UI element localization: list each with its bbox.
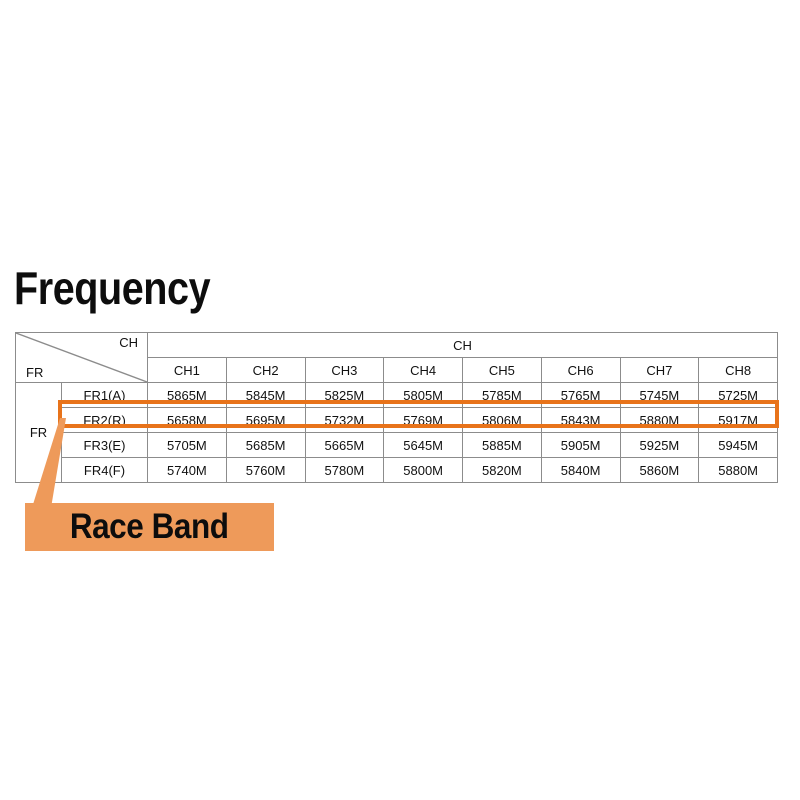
cell-fr3-ch2: 5685M — [225, 432, 306, 458]
row-header-fr2: FR2(R) — [61, 407, 148, 433]
frequency-table: CH FR CH CH1 CH2 CH3 CH4 CH5 CH6 CH7 CH8 — [15, 332, 779, 483]
axis-corner-cell: CH FR — [15, 332, 148, 383]
table-header-row-group: CH FR CH — [15, 332, 779, 383]
cell-fr1-ch2: 5845M — [225, 382, 306, 408]
cell-fr2-ch2: 5695M — [225, 407, 306, 433]
cell-fr3-ch5: 5885M — [462, 432, 542, 458]
column-header-ch5: CH5 — [462, 357, 542, 383]
race-band-label: Race Band — [70, 507, 229, 546]
row-group-label-fr: FR — [15, 382, 62, 483]
cell-fr3-ch7: 5925M — [619, 432, 700, 458]
column-header-ch3: CH3 — [304, 357, 385, 383]
cell-fr1-ch4: 5805M — [383, 382, 463, 408]
cell-fr2-ch5: 5806M — [462, 407, 542, 433]
cell-fr4-ch8: 5880M — [698, 457, 779, 483]
cell-fr1-ch3: 5825M — [304, 382, 385, 408]
cell-fr1-ch5: 5785M — [462, 382, 542, 408]
column-header-ch8: CH8 — [698, 357, 779, 383]
cell-fr3-ch8: 5945M — [698, 432, 779, 458]
cell-fr4-ch5: 5820M — [462, 457, 542, 483]
cell-fr1-ch8: 5725M — [698, 382, 779, 408]
cell-fr2-ch8: 5917M — [698, 407, 779, 433]
column-header-ch1: CH1 — [147, 357, 227, 383]
cell-fr1-ch6: 5765M — [540, 382, 621, 408]
row-header-fr4: FR4(F) — [61, 457, 148, 483]
frequency-table-container: CH FR CH CH1 CH2 CH3 CH4 CH5 CH6 CH7 CH8 — [15, 332, 779, 483]
cell-fr3-ch6: 5905M — [540, 432, 621, 458]
cell-fr2-ch6: 5843M — [540, 407, 621, 433]
cell-fr4-ch2: 5760M — [225, 457, 306, 483]
corner-row-axis-label: FR — [26, 365, 44, 380]
table-row: FR FR1(A) 5865M 5845M 5825M 5805M 5785M … — [15, 382, 779, 483]
cell-fr1-ch7: 5745M — [619, 382, 700, 408]
race-band-callout: Race Band — [25, 503, 274, 551]
cell-fr4-ch7: 5860M — [619, 457, 700, 483]
cell-fr3-ch4: 5645M — [383, 432, 463, 458]
page-title: Frequency — [14, 262, 211, 314]
channel-group-header: CH — [146, 332, 779, 358]
cell-fr4-ch6: 5840M — [540, 457, 621, 483]
cell-fr3-ch3: 5665M — [304, 432, 385, 458]
column-header-ch2: CH2 — [225, 357, 306, 383]
cell-fr2-ch3: 5732M — [304, 407, 385, 433]
cell-fr2-ch7: 5880M — [619, 407, 700, 433]
cell-fr2-ch4: 5769M — [383, 407, 463, 433]
column-header-ch7: CH7 — [619, 357, 700, 383]
row-header-fr3: FR3(E) — [61, 432, 148, 458]
table-row-highlighted: FR2(R) 5658M 5695M 5732M 5769M 5806M 584… — [16, 407, 779, 433]
table-row: FR3(E) 5705M 5685M 5665M 5645M 5885M 590… — [16, 432, 779, 458]
cell-fr4-ch3: 5780M — [304, 457, 385, 483]
cell-fr4-ch1: 5740M — [147, 457, 227, 483]
cell-fr1-ch1: 5865M — [147, 382, 227, 408]
column-header-ch6: CH6 — [540, 357, 621, 383]
row-header-fr1: FR1(A) — [61, 382, 148, 408]
corner-column-axis-label: CH — [119, 335, 138, 350]
frequency-chart-image: Frequency CH FR CH CH1 CH2 CH3 CH4 CH5 C… — [0, 0, 800, 800]
table-row: FR4(F) 5740M 5760M 5780M 5800M 5820M 584… — [16, 457, 779, 483]
cell-fr3-ch1: 5705M — [147, 432, 227, 458]
cell-fr4-ch4: 5800M — [383, 457, 463, 483]
column-header-ch4: CH4 — [383, 357, 463, 383]
cell-fr2-ch1: 5658M — [147, 407, 227, 433]
